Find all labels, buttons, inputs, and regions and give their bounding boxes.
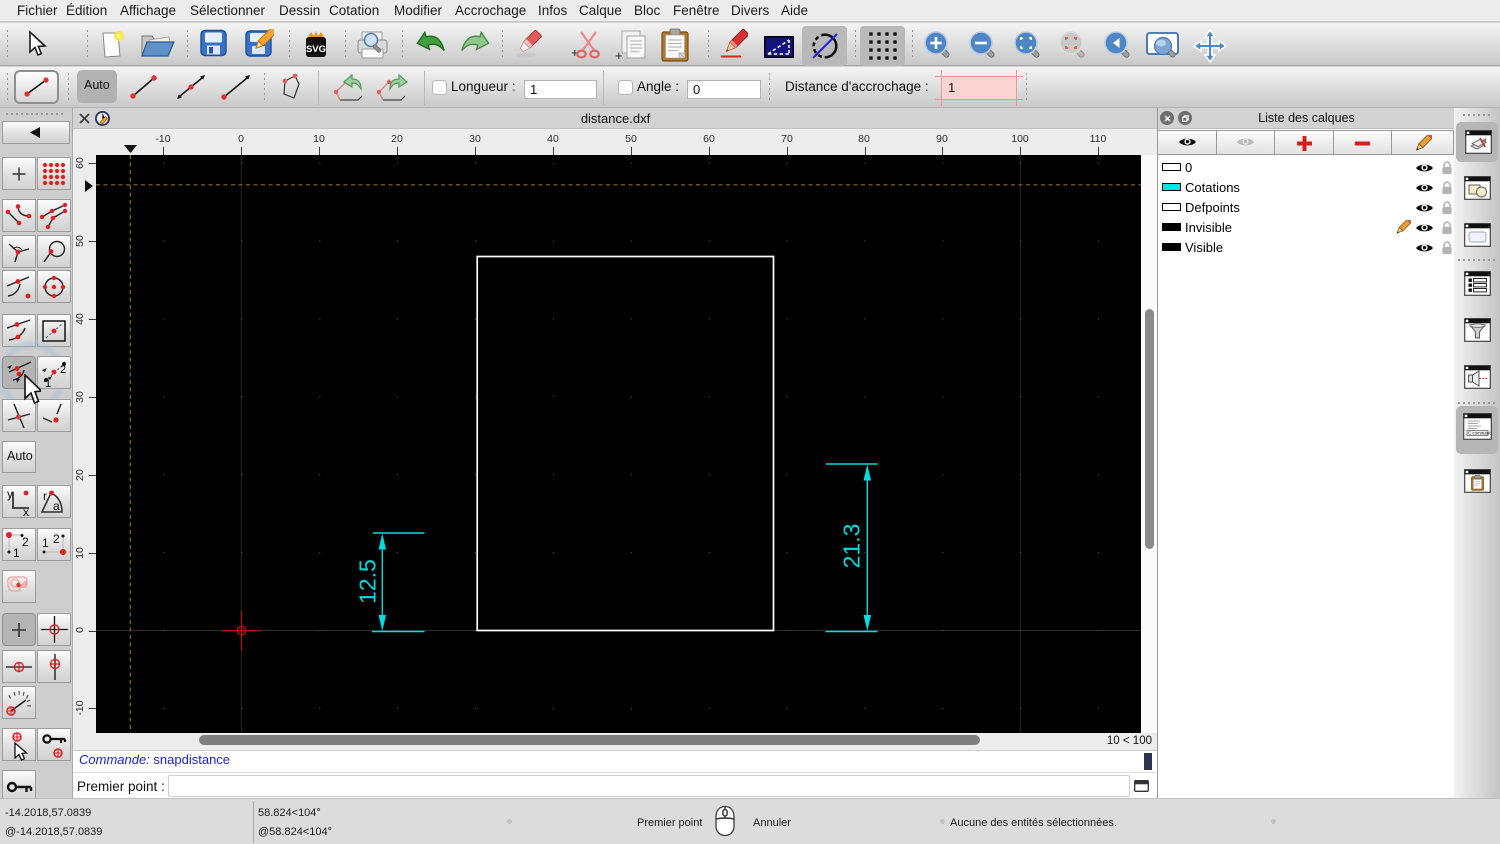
svg-text:1: 1 — [13, 546, 20, 559]
svg-text:C command: C command — [1468, 431, 1492, 436]
svg-text:x: x — [23, 505, 29, 516]
svg-text:12.5: 12.5 — [355, 559, 381, 604]
svg-text:21.3: 21.3 — [839, 524, 865, 569]
svg-text:2: 2 — [22, 535, 29, 549]
svg-text:2: 2 — [53, 532, 60, 546]
svg-text:a: a — [53, 499, 60, 513]
svg-text:1: 1 — [42, 536, 49, 550]
svg-text:2: 2 — [60, 364, 66, 376]
svg-text:1: 1 — [45, 378, 51, 388]
svg-text:r: r — [43, 489, 47, 503]
svg-text:+: + — [615, 48, 623, 63]
svg-text:SVG: SVG — [306, 44, 326, 55]
svg-text:y: y — [7, 488, 13, 501]
